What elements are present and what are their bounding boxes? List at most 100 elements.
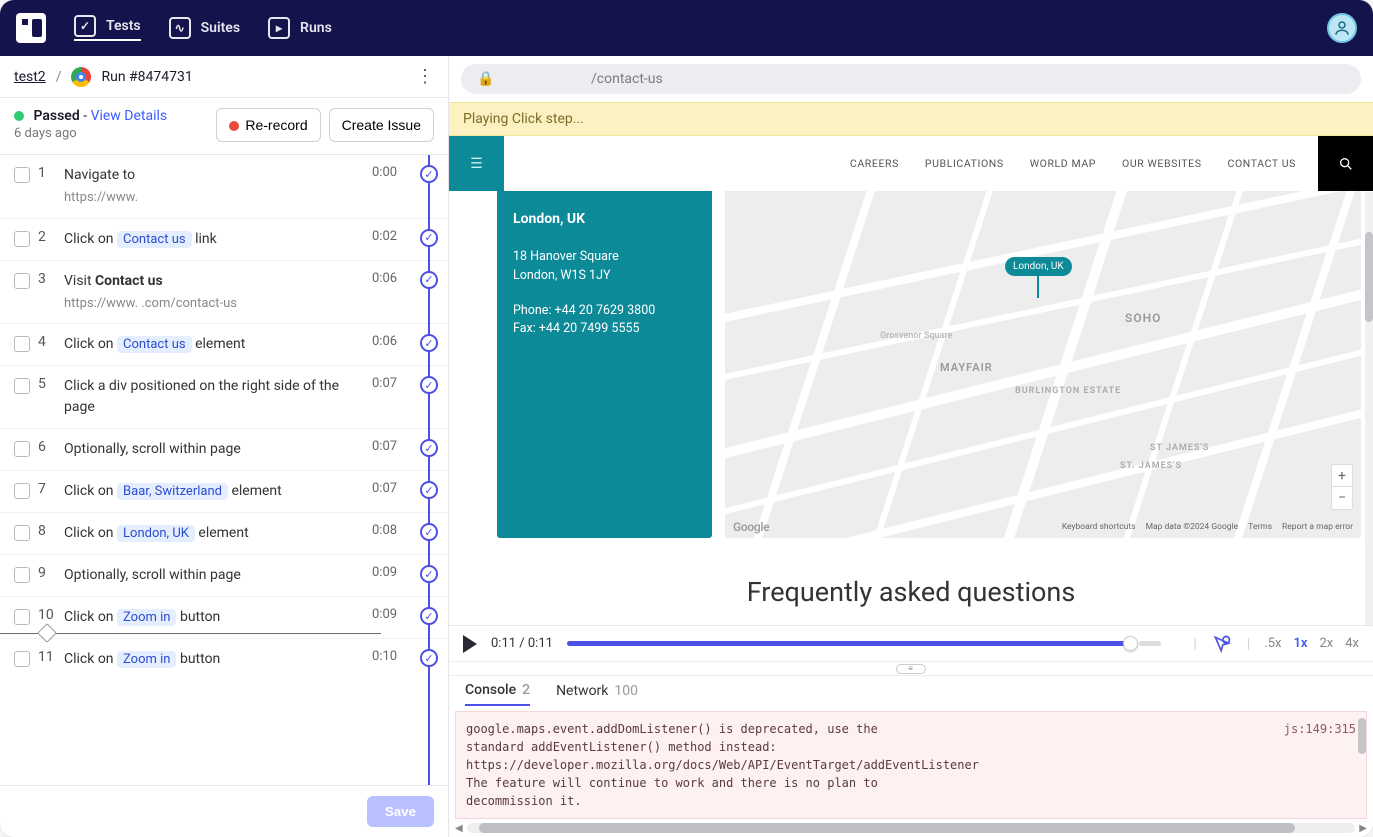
step-desc: Click on Contact us element [64, 334, 372, 355]
step-desc: Optionally, scroll within page [64, 565, 372, 586]
avatar[interactable] [1327, 13, 1357, 43]
map-zoom-in[interactable]: + [1332, 465, 1352, 487]
breadcrumb-test[interactable]: test2 [14, 69, 46, 85]
step-checkbox[interactable] [14, 567, 30, 583]
console-vertical-scrollbar[interactable] [1358, 712, 1366, 818]
url-bar[interactable]: 🔒 /contact-us [461, 64, 1361, 94]
view-details-link[interactable]: View Details [91, 108, 168, 124]
step-checkbox[interactable] [14, 336, 30, 352]
step-checkbox[interactable] [14, 441, 30, 457]
step-row[interactable]: 2 Click on Contact us link 0:02 ✓ [0, 218, 448, 260]
timeline-line [428, 155, 430, 785]
speed-1x[interactable]: 1x [1293, 636, 1307, 651]
re-record-button[interactable]: Re-record [216, 108, 320, 142]
step-row[interactable]: 11 Click on Zoom in button 0:10 ✓ [0, 638, 448, 680]
step-row[interactable]: 5 Click a div positioned on the right si… [0, 365, 448, 428]
step-row[interactable]: 10 Click on Zoom in button 0:09 ✓ [0, 596, 448, 638]
step-time: 0:02 [372, 229, 414, 244]
map-report-link[interactable]: Report a map error [1282, 522, 1353, 532]
step-index: 2 [38, 229, 64, 245]
speed-4x[interactable]: 4x [1345, 636, 1359, 651]
create-issue-button[interactable]: Create Issue [329, 108, 434, 142]
nav-runs[interactable]: ▸ Runs [268, 17, 332, 39]
step-time: 0:08 [372, 523, 414, 538]
step-checkbox[interactable] [14, 167, 30, 183]
step-row[interactable]: 7 Click on Baar, Switzerland element 0:0… [0, 470, 448, 512]
step-row[interactable]: 6 Optionally, scroll within page 0:07 ✓ [0, 428, 448, 470]
phone-line: Phone: +44 20 7629 3800 [513, 302, 696, 321]
console-horizontal-scrollbar[interactable]: ◀ ▶ [449, 819, 1373, 837]
step-desc: Click on Baar, Switzerland element [64, 481, 372, 502]
nav-suites[interactable]: ∿ Suites [169, 17, 240, 39]
nav-tests-label: Tests [106, 18, 141, 34]
map-label-grosvenor: Grosvenor Square [880, 331, 952, 341]
tab-console[interactable]: Console2 [465, 682, 530, 706]
breadcrumb-slash: / [56, 69, 62, 85]
step-row[interactable]: 8 Click on London, UK element 0:08 ✓ [0, 512, 448, 554]
nav-tests[interactable]: ✓ Tests [74, 15, 141, 41]
drag-handle-icon[interactable]: ≡ [896, 664, 926, 674]
map-zoom-out[interactable]: − [1332, 487, 1352, 509]
step-desc: Click on Zoom in button [64, 649, 372, 670]
step-row[interactable]: 1 Navigate to https://www. 0:00 ✓ [0, 155, 448, 218]
scrubber[interactable] [567, 641, 1137, 646]
map-zoom-controls: + − [1331, 464, 1353, 510]
map-terms-link[interactable]: Terms [1248, 522, 1272, 532]
save-button[interactable]: Save [367, 796, 434, 827]
site-search-button[interactable] [1318, 136, 1373, 191]
kebab-menu[interactable]: ⋮ [416, 66, 434, 87]
player-bar: 0:11 / 0:11 | | .5x1x2x4x [449, 625, 1373, 661]
nav-suites-label: Suites [201, 20, 240, 36]
tab-network[interactable]: Network100 [556, 683, 638, 705]
map[interactable]: London, UK SOHO MAYFAIR BURLINGTON ESTAT… [725, 191, 1361, 538]
step-index: 8 [38, 523, 64, 539]
playing-banner: Playing Click step... [449, 102, 1373, 136]
map-label-burlington: BURLINGTON ESTATE [1015, 386, 1121, 396]
step-checkbox[interactable] [14, 378, 30, 394]
step-check-icon: ✓ [420, 565, 438, 583]
site-nav-item[interactable]: WORLD MAP [1030, 157, 1096, 170]
step-row[interactable]: 4 Click on Contact us element 0:06 ✓ [0, 323, 448, 365]
left-panel: test2 / Run #8474731 ⋮ Passed - View Det… [0, 56, 449, 837]
speed-2x[interactable]: 2x [1319, 636, 1333, 651]
map-label-mayfair: MAYFAIR [940, 361, 993, 374]
address-line-2: London, W1S 1JY [513, 267, 696, 286]
step-row[interactable]: 9 Optionally, scroll within page 0:09 ✓ [0, 554, 448, 596]
site-nav-item[interactable]: OUR WEBSITES [1122, 157, 1202, 170]
playhead-line [0, 633, 381, 634]
age-text: 6 days ago [14, 126, 208, 141]
preview-scrollbar[interactable] [1365, 192, 1373, 625]
step-checkbox[interactable] [14, 483, 30, 499]
steps-scroll[interactable]: 1 Navigate to https://www. 0:00 ✓ 2 Clic… [0, 155, 448, 785]
step-checkbox[interactable] [14, 273, 30, 289]
step-checkbox[interactable] [14, 651, 30, 667]
map-data-attribution: Map data ©2024 Google [1146, 522, 1239, 532]
step-pill: Baar, Switzerland [117, 483, 228, 500]
step-checkbox[interactable] [14, 525, 30, 541]
step-checkbox[interactable] [14, 609, 30, 625]
step-time: 0:00 [372, 165, 414, 180]
map-keyboard-shortcuts[interactable]: Keyboard shortcuts [1062, 522, 1136, 532]
step-index: 11 [38, 649, 64, 665]
hamburger-icon[interactable]: ☰ [449, 136, 504, 191]
app-logo[interactable] [16, 13, 46, 43]
map-label-stjames: ST. JAMES'S [1120, 461, 1182, 471]
site-nav-item[interactable]: CAREERS [850, 157, 899, 170]
location-panel: London, UK 18 Hanover Square London, W1S… [497, 191, 712, 538]
step-desc: Optionally, scroll within page [64, 439, 372, 460]
speed-.5x[interactable]: .5x [1264, 636, 1281, 651]
map-pin[interactable]: London, UK [1005, 257, 1072, 276]
play-button[interactable] [463, 635, 477, 653]
site-nav-item[interactable]: CONTACT US [1228, 157, 1296, 170]
site-nav-item[interactable]: PUBLICATIONS [925, 157, 1004, 170]
site-header: ☰ CAREERS PUBLICATIONS WORLD MAP OUR WEBSIT… [449, 136, 1373, 191]
scrubber-thumb[interactable] [1123, 636, 1138, 651]
speed-controls: .5x 1x 2x 4x [1264, 636, 1359, 651]
console-body: js:149:315 google.maps.event.addDomListe… [455, 711, 1367, 819]
cursor-trail-toggle[interactable] [1211, 633, 1233, 655]
player-time: 0:11 / 0:11 [491, 636, 553, 651]
step-row[interactable]: 3 Visit Contact us https://www. .com/con… [0, 260, 448, 324]
google-logo: Google [733, 520, 769, 534]
faq-heading: Frequently asked questions [449, 576, 1373, 608]
step-checkbox[interactable] [14, 231, 30, 247]
